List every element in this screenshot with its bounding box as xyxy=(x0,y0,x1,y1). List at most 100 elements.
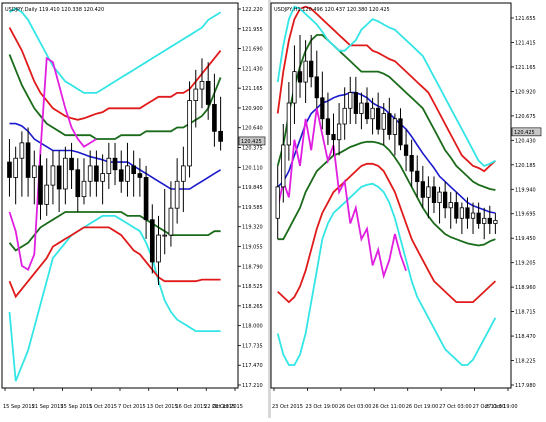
y-tick-label: 121.690 xyxy=(242,47,263,53)
candle-body xyxy=(342,107,347,125)
candle-body xyxy=(465,207,470,219)
candle-body xyxy=(320,97,325,120)
candle-body xyxy=(168,207,174,236)
candle-body xyxy=(420,181,425,198)
candle-body xyxy=(212,104,217,132)
candle-body xyxy=(218,130,223,142)
candle-body xyxy=(314,76,319,99)
candle-body xyxy=(309,60,314,78)
y-tick-label: 118.960 xyxy=(515,285,536,291)
candle-body xyxy=(281,144,286,188)
y-tick-label: 118.790 xyxy=(242,264,263,270)
x-tick-label: 15 Sep 2015 xyxy=(3,404,35,410)
y-tick-label: 119.695 xyxy=(515,212,536,218)
candle-body xyxy=(353,92,358,114)
candle-body xyxy=(7,161,12,178)
candle-body xyxy=(415,170,420,183)
candle-body xyxy=(38,165,43,205)
y-tick-label: 120.430 xyxy=(515,138,536,144)
candle-body xyxy=(149,219,155,263)
instrument-label: USDJPY,Daily 119.410 120.338 120.420 xyxy=(5,7,104,13)
candle-body xyxy=(69,157,74,171)
candle-body xyxy=(392,118,398,135)
y-tick-label: 121.165 xyxy=(515,65,536,71)
y-tick-label: 119.320 xyxy=(242,225,263,231)
candle-body xyxy=(403,144,409,156)
candle-body xyxy=(476,212,481,224)
candle-body xyxy=(364,102,370,120)
candle-body xyxy=(409,155,414,172)
candle-body xyxy=(459,207,465,219)
panel-background xyxy=(2,3,268,410)
y-tick-label: 121.655 xyxy=(515,16,536,22)
instrument-label: USDJPY,H1 120.496 120.437 120.380 120.42… xyxy=(274,7,390,13)
candle-body xyxy=(487,217,492,224)
current-price-label: 120.425 xyxy=(241,139,262,145)
candle-body xyxy=(426,186,431,198)
candle-body xyxy=(63,157,68,190)
candle-body xyxy=(381,113,386,130)
y-tick-label: 118.715 xyxy=(515,310,536,316)
candle-body xyxy=(443,191,448,209)
y-tick-label: 120.640 xyxy=(242,126,263,132)
y-tick-label: 122.220 xyxy=(242,7,263,13)
candle-body xyxy=(370,107,375,120)
candle-body xyxy=(131,165,136,174)
y-tick-label: 120.185 xyxy=(515,163,536,169)
y-tick-label: 118.000 xyxy=(242,324,263,330)
y-tick-label: 119.940 xyxy=(515,187,536,193)
candle-body xyxy=(50,165,56,186)
candle-body xyxy=(87,165,93,182)
x-tick-label: 27 Oct 19:00 xyxy=(485,404,518,410)
candle-body xyxy=(199,80,205,90)
candle-body xyxy=(205,80,211,105)
candle-body xyxy=(336,123,342,141)
x-tick-label: 13 Oct 2015 xyxy=(147,404,178,410)
current-price-label: 120.425 xyxy=(514,130,535,136)
candle-body xyxy=(100,173,105,182)
candle-body xyxy=(325,118,331,135)
candle-body xyxy=(125,165,130,182)
y-tick-label: 119.450 xyxy=(515,236,536,242)
candle-body xyxy=(44,184,50,205)
y-tick-label: 118.265 xyxy=(242,304,263,310)
chart-svg: USDJPY,Daily 119.410 120.338 120.420 122.… xyxy=(1,0,544,418)
candle-body xyxy=(359,102,364,114)
candle-body xyxy=(348,92,353,109)
y-tick-label: 117.980 xyxy=(515,383,536,389)
candle-body xyxy=(470,212,476,219)
candle-body xyxy=(106,157,112,174)
y-tick-label: 121.430 xyxy=(242,66,263,72)
x-tick-label: 23 Oct 19:00 xyxy=(305,404,338,410)
candle-body xyxy=(19,142,25,159)
x-tick-label: 26 Oct 19:00 xyxy=(406,404,439,410)
y-tick-label: 120.900 xyxy=(242,106,263,112)
candle-body xyxy=(454,202,459,219)
y-tick-label: 121.955 xyxy=(242,27,263,33)
candle-body xyxy=(31,165,37,178)
y-tick-label: 121.415 xyxy=(515,40,536,46)
candle-body xyxy=(13,157,18,178)
x-tick-label: 7 Oct 2015 xyxy=(118,404,146,410)
candle-body xyxy=(292,71,297,104)
candle-body xyxy=(331,134,336,141)
candle-body xyxy=(162,234,168,237)
y-tick-label: 117.735 xyxy=(242,343,263,349)
y-tick-label: 120.920 xyxy=(515,89,536,95)
candle-body xyxy=(286,102,291,146)
candle-body xyxy=(431,186,437,203)
chart-canvas: USDJPY,Daily 119.410 120.338 120.420 122.… xyxy=(0,0,546,418)
candle-body xyxy=(493,219,498,224)
candle-body xyxy=(303,60,308,83)
y-tick-label: 119.055 xyxy=(242,244,263,250)
candle-body xyxy=(437,191,442,203)
candle-body xyxy=(398,118,403,146)
y-tick-label: 121.165 xyxy=(242,86,263,92)
y-tick-label: 118.225 xyxy=(515,359,536,365)
x-tick-label: 25 Sep 2015 xyxy=(61,404,93,410)
candle-body xyxy=(143,177,149,221)
candle-body xyxy=(174,180,180,209)
y-tick-label: 120.110 xyxy=(242,165,263,171)
candle-body xyxy=(137,173,143,178)
y-tick-label: 118.525 xyxy=(242,284,263,290)
